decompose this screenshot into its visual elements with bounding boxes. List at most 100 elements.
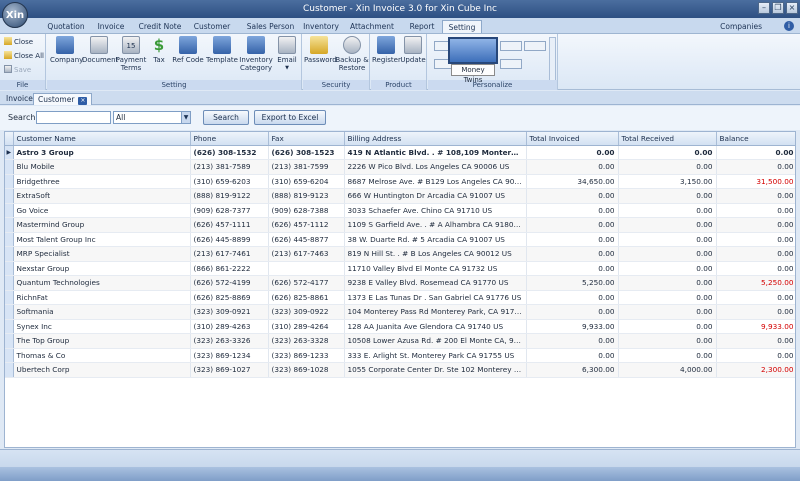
- row-selector[interactable]: [5, 319, 14, 334]
- cell-address[interactable]: 10508 Lower Azusa Rd. # 200 El Monte CA,…: [344, 333, 527, 349]
- cell-invoiced[interactable]: 0.00: [526, 159, 619, 175]
- table-row[interactable]: Bridgethree (310) 659-6203 (310) 659-6204 8…: [5, 174, 795, 189]
- password-button[interactable]: Password: [304, 36, 337, 64]
- cell-balance[interactable]: 0.00: [716, 304, 795, 320]
- cell-fax[interactable]: (626) 457-1112: [268, 217, 345, 233]
- cell-received[interactable]: 0.00: [618, 203, 717, 218]
- cell-address[interactable]: 2226 W Pico Blvd. Los Angeles CA 90006 U…: [344, 159, 527, 175]
- gallery-scroll[interactable]: [549, 37, 556, 81]
- cell-fax[interactable]: (626) 308-1523: [268, 145, 345, 160]
- cell-balance[interactable]: 9,933.00: [716, 319, 795, 334]
- cell-phone[interactable]: (323) 309-0921: [190, 304, 269, 320]
- search-input[interactable]: [36, 111, 111, 124]
- doc-tab-customer[interactable]: Customer ×: [33, 93, 93, 105]
- cell-received[interactable]: 4,000.00: [618, 362, 717, 378]
- cell-fax[interactable]: (323) 309-0922: [268, 304, 345, 320]
- col-header-billing-address[interactable]: Billing Address: [344, 132, 527, 146]
- cell-invoiced[interactable]: 9,933.00: [526, 319, 619, 334]
- cell-phone[interactable]: (310) 289-4263: [190, 319, 269, 334]
- app-menu-button[interactable]: Xin: [2, 2, 28, 28]
- cell-received[interactable]: 0.00: [618, 348, 717, 363]
- theme-swatch[interactable]: [500, 41, 522, 51]
- cell-invoiced[interactable]: 0.00: [526, 304, 619, 320]
- row-selector[interactable]: [5, 174, 14, 189]
- cell-balance[interactable]: 0.00: [716, 232, 795, 247]
- update-button[interactable]: Update: [400, 36, 426, 64]
- help-icon[interactable]: i: [784, 21, 794, 31]
- cell-invoiced[interactable]: 0.00: [526, 261, 619, 276]
- cell-received[interactable]: 0.00: [618, 217, 717, 233]
- cell-address[interactable]: 819 N Hill St. . # B Los Angeles CA 9001…: [344, 246, 527, 262]
- cell-phone[interactable]: (909) 628-7377: [190, 203, 269, 218]
- cell-name[interactable]: Mastermind Group: [13, 217, 191, 233]
- row-selector[interactable]: [5, 232, 14, 247]
- row-selector[interactable]: [5, 275, 14, 291]
- row-selector[interactable]: [5, 159, 14, 175]
- table-row[interactable]: Synex Inc (310) 289-4263 (310) 289-4264 128…: [5, 319, 795, 334]
- cell-received[interactable]: 0.00: [618, 232, 717, 247]
- cell-address[interactable]: 38 W. Duarte Rd. # 5 Arcadia CA 91007 US: [344, 232, 527, 247]
- cell-phone[interactable]: (323) 263-3326: [190, 333, 269, 349]
- cell-received[interactable]: 0.00: [618, 319, 717, 334]
- cell-fax[interactable]: (323) 869-1028: [268, 362, 345, 378]
- tab-quotation[interactable]: Quotation: [44, 20, 88, 33]
- cell-invoiced[interactable]: 0.00: [526, 348, 619, 363]
- cell-name[interactable]: Softmania: [13, 304, 191, 320]
- cell-address[interactable]: 1055 Corporate Center Dr. Ste 102 Monter…: [344, 362, 527, 378]
- cell-address[interactable]: 333 E. Arlight St. Monterey Park CA 9175…: [344, 348, 527, 363]
- tab-setting[interactable]: Setting: [442, 20, 482, 33]
- cell-phone[interactable]: (626) 572-4199: [190, 275, 269, 291]
- theme-swatch-hovered[interactable]: [448, 37, 498, 64]
- cell-fax[interactable]: [268, 261, 345, 276]
- cell-invoiced[interactable]: 34,650.00: [526, 174, 619, 189]
- table-row[interactable]: Ubertech Corp (323) 869-1027 (323) 869-102…: [5, 362, 795, 378]
- cell-name[interactable]: Most Talent Group Inc: [13, 232, 191, 247]
- minimize-icon[interactable]: –: [758, 2, 770, 14]
- cell-fax[interactable]: (323) 869-1233: [268, 348, 345, 363]
- tab-companies[interactable]: Companies: [720, 20, 762, 33]
- table-row[interactable]: The Top Group (323) 263-3326 (323) 263-332…: [5, 333, 795, 349]
- cell-name[interactable]: Go Voice: [13, 203, 191, 218]
- cell-invoiced[interactable]: 0.00: [526, 145, 619, 160]
- table-row[interactable]: Softmania (323) 309-0921 (323) 309-0922 104…: [5, 304, 795, 320]
- cell-received[interactable]: 0.00: [618, 290, 717, 305]
- close-button[interactable]: Close: [4, 37, 33, 47]
- row-selector[interactable]: [5, 188, 14, 204]
- cell-fax[interactable]: (626) 572-4177: [268, 275, 345, 291]
- table-row[interactable]: Blu Mobile (213) 381-7589 (213) 381-7599 22…: [5, 159, 795, 175]
- cell-invoiced[interactable]: 0.00: [526, 246, 619, 262]
- cell-invoiced[interactable]: 5,250.00: [526, 275, 619, 291]
- cell-balance[interactable]: 0.00: [716, 145, 795, 160]
- export-excel-button[interactable]: Export to Excel: [254, 110, 326, 125]
- cell-received[interactable]: 0.00: [618, 261, 717, 276]
- cell-name[interactable]: Quantum Technologies: [13, 275, 191, 291]
- table-row[interactable]: ExtraSoft (888) 819-9122 (888) 819-9123 666…: [5, 188, 795, 204]
- col-header-total-received[interactable]: Total Received: [618, 132, 717, 146]
- table-row[interactable]: RichnFat (626) 825-8869 (626) 825-8861 1373…: [5, 290, 795, 305]
- cell-address[interactable]: 1109 S Garfield Ave. . # A Alhambra CA 9…: [344, 217, 527, 233]
- ref-code-button[interactable]: Ref Code: [171, 36, 205, 64]
- cell-address[interactable]: 666 W Huntington Dr Arcadia CA 91007 US: [344, 188, 527, 204]
- cell-received[interactable]: 0.00: [618, 333, 717, 349]
- cell-name[interactable]: Bridgethree: [13, 174, 191, 189]
- cell-balance[interactable]: 0.00: [716, 217, 795, 233]
- tab-inventory[interactable]: Inventory: [302, 20, 340, 33]
- table-row[interactable]: Thomas & Co (323) 869-1234 (323) 869-1233 3…: [5, 348, 795, 363]
- cell-balance[interactable]: 31,500.00: [716, 174, 795, 189]
- close-tab-icon[interactable]: ×: [78, 97, 88, 105]
- table-row[interactable]: ▶ Astro 3 Group (626) 308-1532 (626) 308-15…: [5, 145, 795, 160]
- email-button[interactable]: Email ▼: [275, 36, 299, 72]
- cell-address[interactable]: 11710 Valley Blvd El Monte CA 91732 US: [344, 261, 527, 276]
- row-selector[interactable]: [5, 333, 14, 349]
- tab-invoice[interactable]: Invoice: [92, 20, 130, 33]
- cell-phone[interactable]: (323) 869-1027: [190, 362, 269, 378]
- cell-name[interactable]: Thomas & Co: [13, 348, 191, 363]
- table-row[interactable]: Quantum Technologies (626) 572-4199 (626) …: [5, 275, 795, 291]
- inventory-category-button[interactable]: Inventory Category: [238, 36, 274, 72]
- cell-name[interactable]: The Top Group: [13, 333, 191, 349]
- cell-received[interactable]: 0.00: [618, 246, 717, 262]
- cell-fax[interactable]: (909) 628-7388: [268, 203, 345, 218]
- cell-phone[interactable]: (213) 381-7589: [190, 159, 269, 175]
- tab-customer[interactable]: Customer: [192, 20, 232, 33]
- cell-name[interactable]: ExtraSoft: [13, 188, 191, 204]
